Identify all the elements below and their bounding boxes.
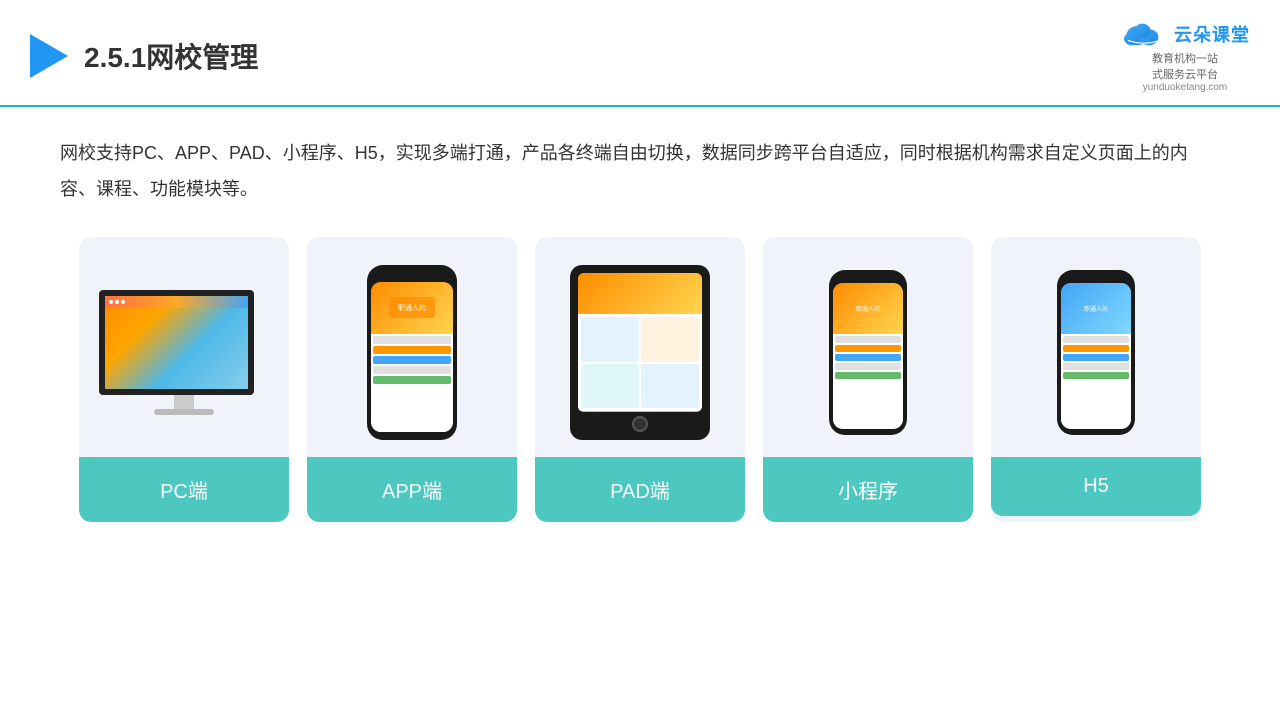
card-h5: 职通人的 H5 bbox=[991, 237, 1201, 522]
h5-row4 bbox=[1063, 363, 1129, 370]
pad-mockup bbox=[570, 265, 710, 440]
mini-row1 bbox=[835, 336, 901, 343]
card-pc-label: PC端 bbox=[79, 457, 289, 522]
pad-card-2 bbox=[641, 317, 699, 362]
monitor-base bbox=[154, 409, 214, 415]
phone-screen: 职通人的 bbox=[371, 282, 453, 432]
pc-monitor-mockup bbox=[99, 290, 269, 415]
logo-tagline: 教育机构一站 式服务云平台 bbox=[1152, 50, 1218, 82]
monitor-content bbox=[105, 308, 248, 314]
card-miniprogram-image: 职通人的 bbox=[763, 237, 973, 457]
pad-body bbox=[578, 314, 702, 411]
card-pad: PAD端 bbox=[535, 237, 745, 522]
logo-area: 云朵课堂 教育机构一站 式服务云平台 yunduoketang.com bbox=[1120, 18, 1250, 93]
monitor-bar bbox=[105, 296, 248, 308]
mini-banner-graphic: 职通人的 bbox=[848, 298, 888, 318]
h5-row3 bbox=[1063, 354, 1129, 361]
pad-card-1 bbox=[581, 317, 639, 362]
dot1 bbox=[109, 300, 113, 304]
play-icon bbox=[30, 34, 68, 78]
svg-text:职通人的: 职通人的 bbox=[856, 305, 880, 313]
logo-name: 云朵课堂 bbox=[1174, 21, 1250, 47]
mini-body bbox=[833, 334, 903, 429]
card-pc: PC端 bbox=[79, 237, 289, 522]
card-app-label: APP端 bbox=[307, 457, 517, 522]
h5-banner: 职通人的 bbox=[1061, 283, 1131, 334]
h5-notch bbox=[1084, 276, 1109, 281]
row3 bbox=[373, 356, 451, 364]
h5-body bbox=[1061, 334, 1131, 429]
svg-text:职通人的: 职通人的 bbox=[398, 303, 426, 312]
row5 bbox=[373, 376, 451, 384]
h5-banner-graphic: 职通人的 bbox=[1076, 298, 1116, 318]
dot3 bbox=[121, 300, 125, 304]
logo-cloud: 云朵课堂 bbox=[1120, 18, 1250, 50]
card-pad-label: PAD端 bbox=[535, 457, 745, 522]
mini-row3 bbox=[835, 354, 901, 361]
mini-banner: 职通人的 bbox=[833, 283, 903, 334]
logo-url: yunduoketang.com bbox=[1143, 82, 1228, 93]
h5-row1 bbox=[1063, 336, 1129, 343]
monitor-screen bbox=[99, 290, 254, 395]
phone-body bbox=[371, 334, 453, 432]
pad-card-4 bbox=[641, 364, 699, 409]
row2 bbox=[373, 346, 451, 354]
h5-row2 bbox=[1063, 345, 1129, 352]
monitor-stand bbox=[174, 395, 194, 409]
h5-row5 bbox=[1063, 372, 1129, 379]
card-pc-image bbox=[79, 237, 289, 457]
card-pad-image bbox=[535, 237, 745, 457]
h5-screen: 职通人的 bbox=[1061, 283, 1131, 429]
cloud-logo-icon bbox=[1120, 18, 1168, 50]
card-miniprogram-label: 小程序 bbox=[763, 457, 973, 522]
mini-screen: 职通人的 bbox=[833, 283, 903, 429]
card-miniprogram: 职通人的 小程序 bbox=[763, 237, 973, 522]
mini-row5 bbox=[835, 372, 901, 379]
dot2 bbox=[115, 300, 119, 304]
row4 bbox=[373, 366, 451, 374]
header: 2.5.1网校管理 云朵课堂 教育机构一站 bbox=[0, 0, 1280, 107]
page-title: 2.5.1网校管理 bbox=[84, 36, 258, 76]
phone-banner: 职通人的 bbox=[371, 282, 453, 335]
card-app-image: 职通人的 bbox=[307, 237, 517, 457]
card-h5-label: H5 bbox=[991, 457, 1201, 516]
card-app: 职通人的 APP端 bbox=[307, 237, 517, 522]
svg-text:职通人的: 职通人的 bbox=[1084, 305, 1108, 313]
description-text: 网校支持PC、APP、PAD、小程序、H5，实现多端打通，产品各终端自由切换，数… bbox=[0, 107, 1280, 227]
pad-banner bbox=[578, 273, 702, 315]
mini-row2 bbox=[835, 345, 901, 352]
phone-notch bbox=[397, 273, 427, 279]
header-left: 2.5.1网校管理 bbox=[30, 34, 258, 78]
phone-h5-mockup: 职通人的 bbox=[1057, 270, 1135, 435]
row1 bbox=[373, 336, 451, 344]
pad-card-3 bbox=[581, 364, 639, 409]
mini-row4 bbox=[835, 363, 901, 370]
card-h5-image: 职通人的 bbox=[991, 237, 1201, 457]
phone-banner-graphic: 职通人的 bbox=[387, 295, 437, 320]
phone-app-mockup: 职通人的 bbox=[367, 265, 457, 440]
device-cards: PC端 职通人的 bbox=[0, 227, 1280, 542]
pad-home-btn bbox=[632, 416, 648, 432]
phone-mini-mockup: 职通人的 bbox=[829, 270, 907, 435]
pad-screen bbox=[578, 273, 702, 412]
mini-notch bbox=[856, 276, 881, 281]
